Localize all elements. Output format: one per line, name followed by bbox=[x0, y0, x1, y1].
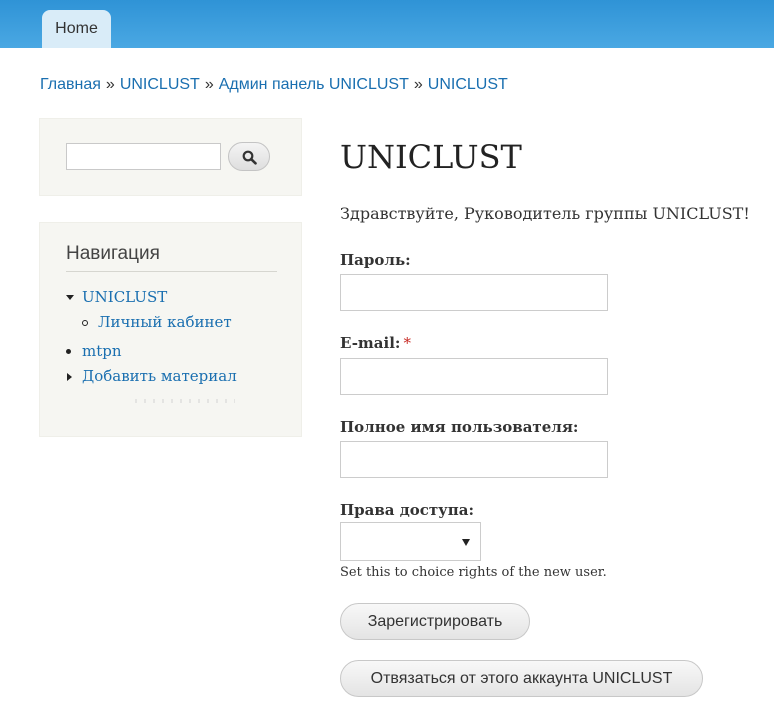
email-label-text: E-mail: bbox=[340, 334, 401, 352]
search-icon bbox=[242, 150, 257, 165]
dropdown-arrow-icon bbox=[462, 539, 470, 546]
breadcrumb-link-current[interactable]: UNICLUST bbox=[428, 76, 508, 93]
breadcrumb: Главная» UNICLUST» Админ панель UNICLUST» U… bbox=[40, 76, 508, 94]
unlink-account-button[interactable]: Отвязаться от этого аккаунта UNICLUST bbox=[340, 660, 703, 697]
breadcrumb-separator: » bbox=[105, 76, 115, 93]
search-input[interactable] bbox=[66, 143, 221, 170]
access-rights-select[interactable] bbox=[340, 522, 481, 561]
breadcrumb-link-admin-panel[interactable]: Админ панель UNICLUST bbox=[219, 76, 409, 93]
access-rights-hint: Set this to choice rights of the new use… bbox=[340, 565, 607, 580]
page-title: UNICLUST bbox=[340, 138, 522, 176]
bullet-icon bbox=[82, 320, 88, 326]
top-bar: Home bbox=[0, 0, 774, 48]
expanded-arrow-icon bbox=[66, 295, 74, 300]
search-button[interactable] bbox=[228, 142, 270, 171]
nav-item-add-content[interactable]: Добавить материал bbox=[82, 367, 237, 385]
access-rights-label: Права доступа: bbox=[340, 501, 475, 519]
required-marker: * bbox=[403, 334, 411, 352]
collapsed-arrow-icon bbox=[67, 373, 72, 381]
register-button[interactable]: Зарегистрировать bbox=[340, 603, 530, 640]
breadcrumb-link-uniclust[interactable]: UNICLUST bbox=[120, 76, 200, 93]
bullet-icon bbox=[66, 349, 71, 354]
password-field[interactable] bbox=[340, 274, 608, 311]
nav-item-uniclust[interactable]: UNICLUST bbox=[82, 288, 167, 306]
navigation-block: Навигация UNICLUST Личный кабинет mtpn Д… bbox=[39, 222, 302, 437]
tab-home[interactable]: Home bbox=[42, 10, 111, 48]
greeting-text: Здравствуйте, Руководитель группы UNICLU… bbox=[340, 204, 750, 223]
faded-nav-remnant bbox=[135, 399, 235, 403]
breadcrumb-separator: » bbox=[204, 76, 214, 93]
breadcrumb-separator: » bbox=[413, 76, 423, 93]
breadcrumb-link-home[interactable]: Главная bbox=[40, 76, 101, 93]
search-block bbox=[39, 118, 302, 196]
navigation-title: Навигация bbox=[66, 243, 277, 272]
email-label: E-mail: * bbox=[340, 334, 411, 352]
email-field[interactable] bbox=[340, 358, 608, 395]
fullname-label: Полное имя пользователя: bbox=[340, 418, 579, 436]
password-label: Пароль: bbox=[340, 251, 411, 269]
nav-item-personal-cabinet[interactable]: Личный кабинет bbox=[98, 313, 232, 331]
nav-item-mtpn[interactable]: mtpn bbox=[82, 342, 122, 360]
fullname-field[interactable] bbox=[340, 441, 608, 478]
